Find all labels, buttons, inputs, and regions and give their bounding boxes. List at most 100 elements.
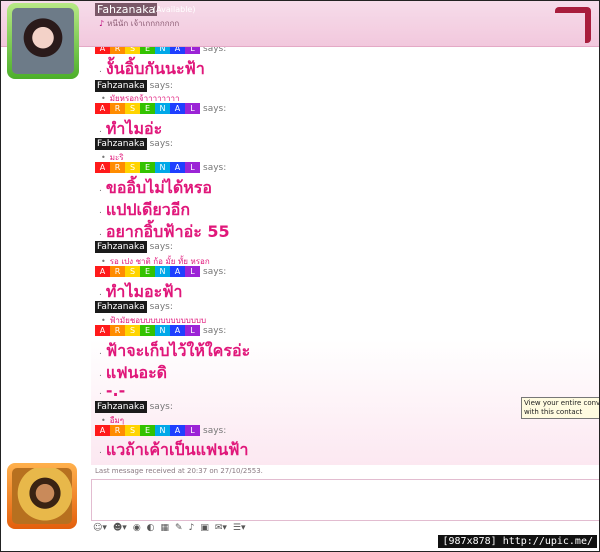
arsenal-tag: ARSENAL: [95, 425, 200, 436]
toolbar-button-10[interactable]: ☰▾: [233, 523, 246, 533]
arsenal-letter: R: [110, 103, 125, 114]
tooltip-line-2: with this contact: [524, 408, 583, 416]
says-label: says:: [203, 103, 227, 114]
sender-line-fahzanaka: Fahzanaka says:: [95, 241, 173, 253]
message: งั้นอิ้บกันนะฟ้า: [99, 57, 205, 82]
toolbar-button-6[interactable]: ✎: [175, 523, 183, 533]
sender-line-arsenal: ARSENAL says:: [95, 425, 226, 436]
arsenal-letter: A: [95, 162, 110, 173]
arsenal-letter: A: [170, 162, 185, 173]
arsenal-tag: ARSENAL: [95, 266, 200, 277]
toolbar-button-8[interactable]: ▣: [200, 523, 209, 533]
arsenal-letter: A: [170, 266, 185, 277]
history-tooltip: View your entire conver with this contac…: [521, 397, 600, 419]
message-input-box[interactable]: [91, 479, 599, 521]
arsenal-letter: N: [155, 425, 170, 436]
arsenal-letter: L: [185, 325, 200, 336]
contact-avatar-image: [12, 8, 74, 74]
contact-status: (Available): [153, 5, 196, 14]
sender-line-arsenal: ARSENAL says:: [95, 103, 226, 114]
arsenal-letter: L: [185, 162, 200, 173]
user-avatar[interactable]: [7, 463, 77, 529]
says-label: says:: [203, 325, 227, 336]
arsenal-letter: R: [110, 325, 125, 336]
says-label: says:: [149, 139, 173, 149]
contact-name: Fahzanaka: [95, 3, 158, 16]
arsenal-letter: S: [125, 103, 140, 114]
arsenal-letter: S: [125, 325, 140, 336]
arsenal-letter: L: [185, 47, 200, 54]
sender-line-arsenal: ARSENAL says:: [95, 162, 226, 173]
arsenal-letter: S: [125, 425, 140, 436]
arsenal-letter: L: [185, 425, 200, 436]
fahzanaka-tag: Fahzanaka: [95, 401, 147, 413]
arsenal-letter: A: [170, 103, 185, 114]
arsenal-letter: A: [95, 47, 110, 54]
arsenal-letter: E: [140, 47, 155, 54]
arsenal-letter: A: [95, 103, 110, 114]
arsenal-letter: N: [155, 162, 170, 173]
says-label: says:: [149, 402, 173, 412]
sender-line-fahzanaka: Fahzanaka says:: [95, 401, 173, 413]
arsenal-tag: ARSENAL: [95, 325, 200, 336]
toolbar-button-9[interactable]: ✉▾: [215, 523, 227, 533]
arsenal-letter: L: [185, 103, 200, 114]
sender-line-arsenal: ARSENAL says:: [95, 47, 226, 54]
arsenal-tag: ARSENAL: [95, 103, 200, 114]
says-label: says:: [149, 302, 173, 312]
arsenal-letter: A: [170, 325, 185, 336]
arsenal-letter: S: [125, 162, 140, 173]
arsenal-letter: R: [110, 266, 125, 277]
message: -.-: [99, 381, 125, 400]
contact-avatar[interactable]: [7, 3, 79, 79]
says-label: says:: [203, 425, 227, 436]
arsenal-letter: N: [155, 103, 170, 114]
fahzanaka-tag: Fahzanaka: [95, 241, 147, 253]
says-label: says:: [203, 162, 227, 173]
header-decoration: [555, 7, 591, 43]
arsenal-letter: R: [110, 425, 125, 436]
toolbar-button-7[interactable]: ♪: [189, 523, 195, 533]
arsenal-letter: N: [155, 47, 170, 54]
sender-line-fahzanaka: Fahzanaka says:: [95, 301, 173, 313]
music-note-icon: ♪: [99, 19, 105, 28]
arsenal-letter: E: [140, 266, 155, 277]
says-label: says:: [149, 81, 173, 91]
arsenal-letter: E: [140, 325, 155, 336]
sender-line-arsenal: ARSENAL says:: [95, 266, 226, 277]
chat-window: Fahzanaka (Available) ♪ หนีนัก เจ้าเกกกกก…: [0, 0, 600, 552]
arsenal-letter: A: [170, 47, 185, 54]
toolbar-button-3[interactable]: ◉: [133, 523, 141, 533]
says-label: says:: [149, 242, 173, 252]
toolbar-button-2[interactable]: ☻▾: [113, 523, 127, 533]
says-label: says:: [203, 47, 227, 54]
arsenal-letter: N: [155, 325, 170, 336]
sender-line-fahzanaka: Fahzanaka says:: [95, 138, 173, 150]
fahzanaka-tag: Fahzanaka: [95, 138, 147, 150]
arsenal-letter: A: [170, 425, 185, 436]
sender-line-arsenal: ARSENAL says:: [95, 325, 226, 336]
arsenal-letter: L: [185, 266, 200, 277]
toolbar-button-1[interactable]: ☺▾: [93, 523, 107, 533]
arsenal-letter: E: [140, 425, 155, 436]
arsenal-tag: ARSENAL: [95, 162, 200, 173]
user-avatar-image: [12, 468, 72, 524]
contact-personal-message: ♪ หนีนัก เจ้าเกกกกกกก: [99, 17, 179, 30]
toolbar-button-4[interactable]: ◐: [147, 523, 155, 533]
fahzanaka-tag: Fahzanaka: [95, 80, 147, 92]
sender-line-fahzanaka: Fahzanaka says:: [95, 80, 173, 92]
arsenal-letter: S: [125, 47, 140, 54]
says-label: says:: [203, 266, 227, 277]
arsenal-letter: A: [95, 266, 110, 277]
last-message-timestamp: Last message received at 20:37 on 27/10/…: [95, 467, 263, 475]
arsenal-letter: S: [125, 266, 140, 277]
toolbar-button-5[interactable]: ▦: [161, 523, 170, 533]
arsenal-letter: E: [140, 103, 155, 114]
arsenal-letter: R: [110, 47, 125, 54]
conversation-header: Fahzanaka (Available) ♪ หนีนัก เจ้าเกกกกก…: [1, 1, 599, 47]
arsenal-letter: E: [140, 162, 155, 173]
message-input[interactable]: [92, 480, 599, 520]
tooltip-line-1: View your entire conver: [524, 399, 600, 407]
upload-watermark: [987x878] http://upic.me/: [438, 535, 597, 548]
arsenal-letter: A: [95, 325, 110, 336]
